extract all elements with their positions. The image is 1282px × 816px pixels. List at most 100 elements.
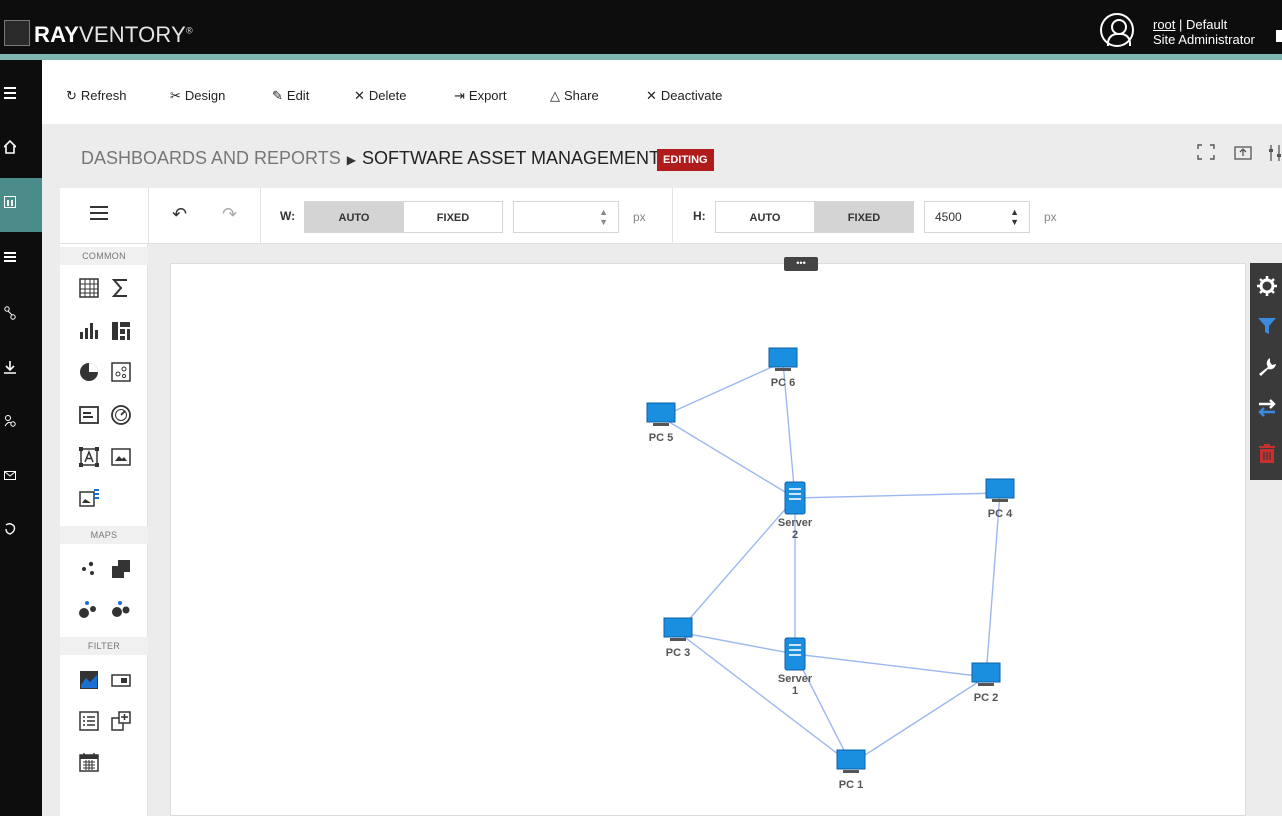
- home-icon[interactable]: [0, 130, 42, 170]
- treemap-widget-icon[interactable]: [110, 320, 132, 342]
- export-icon: ⇥: [454, 88, 465, 103]
- pie-map-widget-icon[interactable]: [110, 599, 132, 621]
- menu-icon[interactable]: [0, 76, 42, 116]
- width-stepper-icon[interactable]: ▲ ▼: [599, 207, 608, 227]
- user-avatar-icon[interactable]: [1100, 13, 1134, 47]
- height-input[interactable]: 4500 ▲ ▼: [924, 201, 1030, 233]
- mail-send-icon[interactable]: [0, 458, 42, 498]
- graph-node-server1[interactable]: Server1: [778, 637, 813, 697]
- user-info: root | Default: [1153, 17, 1227, 32]
- pc-monitor-icon: [971, 662, 1001, 683]
- scatter-widget-icon[interactable]: [110, 361, 132, 383]
- users-settings-icon[interactable]: [0, 404, 42, 444]
- height-auto-toggle[interactable]: AUTO: [715, 201, 815, 233]
- height-fixed-toggle[interactable]: FIXED: [814, 201, 914, 233]
- delete-trash-icon[interactable]: [1256, 443, 1278, 465]
- graph-node-label: PC 1: [839, 779, 863, 791]
- graph-edge: [794, 653, 987, 678]
- image-widget-icon[interactable]: [110, 446, 132, 468]
- dashboard-canvas[interactable]: PC 6 PC 5 Server 2 PC 4 PC 3 Server 1 PC 2 PC 1: [170, 263, 1246, 816]
- card-widget-icon[interactable]: [78, 404, 100, 426]
- list-icon[interactable]: [0, 240, 42, 280]
- action-toolbar: ↻ Refresh ✂ Design ✎ Edit ✕ Delete ⇥ Export △…: [42, 66, 1282, 124]
- choropleth-widget-icon[interactable]: [110, 558, 132, 580]
- pc-stand-icon: [775, 368, 791, 371]
- export-button[interactable]: ⇥ Export: [454, 88, 506, 104]
- graph-edges: [660, 361, 1001, 765]
- overflow-icon[interactable]: [1276, 30, 1282, 42]
- graph-edge: [660, 416, 796, 499]
- app-logo[interactable]: RAYVENTORY®: [34, 22, 193, 48]
- text-box-widget-icon[interactable]: [78, 446, 100, 468]
- section-common: COMMON: [60, 247, 148, 265]
- share-button[interactable]: △ Share: [550, 88, 599, 104]
- username-link[interactable]: root: [1153, 17, 1175, 32]
- height-stepper-icon[interactable]: ▲ ▼: [1010, 207, 1019, 227]
- date-filter-widget-icon[interactable]: [78, 751, 100, 773]
- delete-button[interactable]: ✕ Delete: [354, 88, 406, 104]
- geo-points-widget-icon[interactable]: [78, 558, 100, 580]
- delete-icon: ✕: [354, 88, 365, 103]
- logo-light: VENTORY: [79, 22, 186, 47]
- pie-chart-widget-icon[interactable]: [78, 361, 100, 383]
- pc-stand-icon: [992, 499, 1008, 502]
- bar-chart-widget-icon[interactable]: [78, 320, 100, 342]
- widget-panel: COMMON MAPS FILTER: [60, 244, 148, 816]
- edit-label: Edit: [286, 88, 310, 103]
- width-auto-toggle[interactable]: AUTO: [304, 201, 404, 233]
- convert-arrows-icon[interactable]: [1256, 397, 1278, 419]
- combo-box-widget-icon[interactable]: [110, 669, 132, 691]
- download-icon[interactable]: [0, 350, 42, 390]
- filter-funnel-icon[interactable]: [1256, 315, 1278, 337]
- refresh-button[interactable]: ↻ Refresh: [66, 88, 126, 104]
- deactivate-button[interactable]: ✕ Deactivate: [646, 88, 722, 104]
- connections-icon[interactable]: [0, 296, 42, 336]
- dashboards-icon[interactable]: [0, 178, 42, 232]
- graph-node-label: Server: [778, 517, 813, 529]
- refresh-label: Refresh: [80, 88, 127, 103]
- tools-icon[interactable]: [0, 512, 42, 552]
- list-box-widget-icon[interactable]: [78, 710, 100, 732]
- editing-badge: EDITING: [657, 149, 714, 171]
- fullscreen-icon[interactable]: [1197, 144, 1215, 165]
- design-button[interactable]: ✂ Design: [170, 88, 225, 104]
- height-value: 4500: [935, 210, 962, 224]
- graph-node-pc4[interactable]: PC 4: [985, 478, 1015, 520]
- graph-node-label: PC 2: [974, 692, 998, 704]
- gauge-widget-icon[interactable]: [110, 404, 132, 426]
- bound-image-widget-icon[interactable]: [78, 487, 100, 509]
- graph-edge: [794, 653, 852, 765]
- server-slot: [789, 493, 801, 495]
- share-icon: △: [550, 88, 560, 103]
- graph-edge: [677, 631, 796, 655]
- sliders-icon[interactable]: [1268, 144, 1282, 167]
- share-label: Share: [564, 88, 599, 103]
- width-input[interactable]: ▲ ▼: [513, 201, 619, 233]
- grid-widget-icon[interactable]: [78, 277, 100, 299]
- tree-view-widget-icon[interactable]: [110, 710, 132, 732]
- range-filter-widget-icon[interactable]: [78, 669, 100, 691]
- redo-icon[interactable]: ↷: [222, 204, 237, 225]
- bubble-map-widget-icon[interactable]: [78, 599, 100, 621]
- server-slot: [789, 498, 801, 500]
- breadcrumb-current: SOFTWARE ASSET MANAGEMENT: [361, 148, 661, 168]
- design-label: Design: [184, 88, 226, 103]
- breadcrumb: DASHBOARDS AND REPORTS ▶ SOFTWARE ASSET MA…: [81, 148, 660, 169]
- settings-gear-icon[interactable]: [1256, 275, 1278, 297]
- wrench-icon[interactable]: [1256, 356, 1278, 378]
- drag-handle-icon[interactable]: •••: [784, 257, 818, 271]
- widget-menu-icon[interactable]: [90, 206, 108, 220]
- width-fixed-toggle[interactable]: FIXED: [403, 201, 503, 233]
- edit-button[interactable]: ✎ Edit: [272, 88, 309, 104]
- graph-node-pc1[interactable]: PC 1: [836, 749, 866, 791]
- graph-node-pc6[interactable]: PC 6: [768, 347, 798, 389]
- graph-node-pc3[interactable]: PC 3: [663, 617, 693, 659]
- undo-icon[interactable]: ↶: [172, 204, 187, 225]
- upload-icon[interactable]: [1234, 144, 1252, 165]
- graph-node-label: PC 3: [666, 647, 690, 659]
- accent-strip: [0, 54, 1282, 60]
- server-slot: [789, 488, 801, 490]
- breadcrumb-parent[interactable]: DASHBOARDS AND REPORTS: [81, 148, 341, 168]
- sum-widget-icon[interactable]: [110, 277, 132, 299]
- edit-icon: ✎: [272, 88, 283, 103]
